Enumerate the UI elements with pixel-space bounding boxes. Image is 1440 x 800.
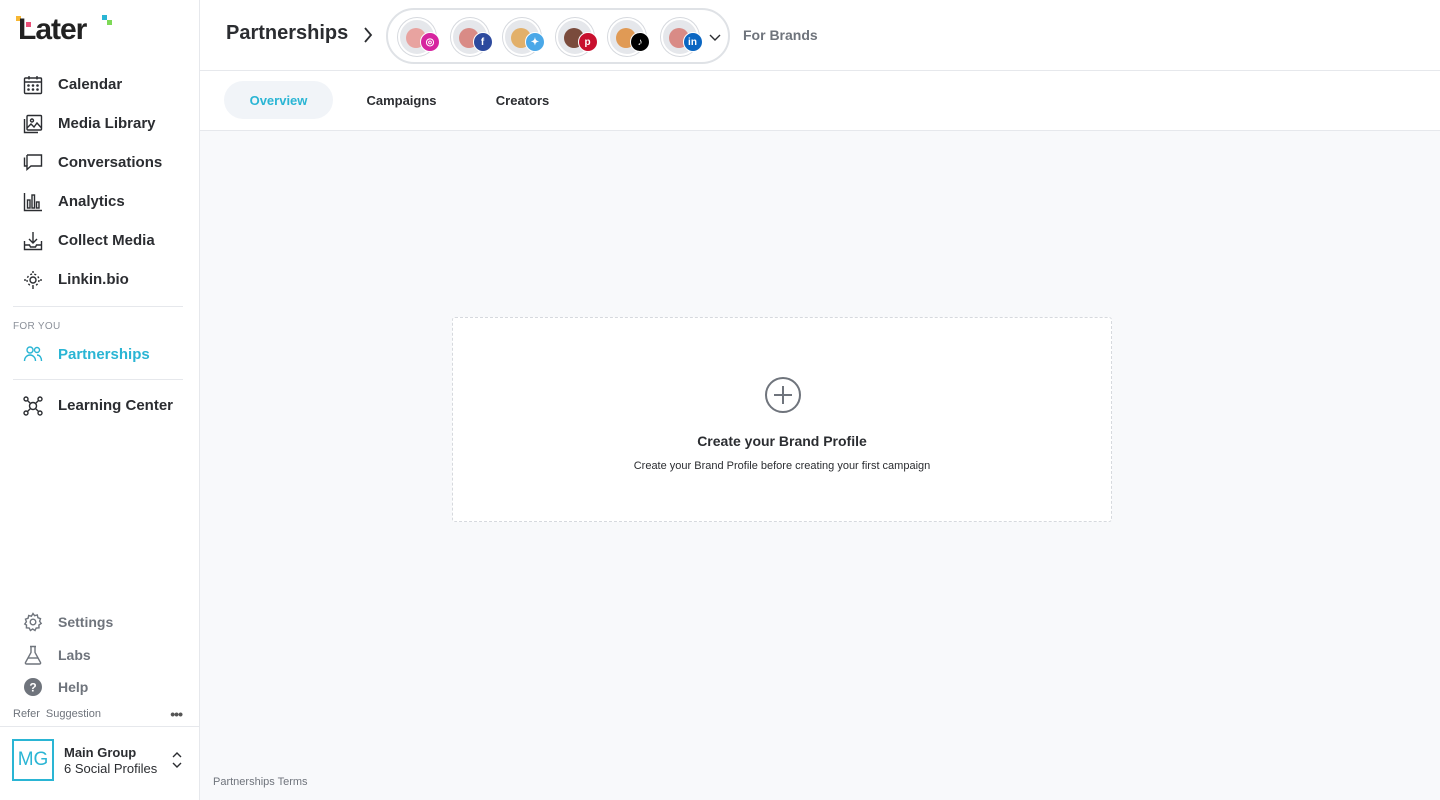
group-name: Main Group bbox=[64, 745, 137, 760]
later-logo[interactable]: Later bbox=[16, 12, 112, 48]
bar-chart-icon bbox=[22, 191, 44, 213]
nav-calendar-label: Calendar bbox=[58, 76, 123, 93]
nav-labs[interactable]: Labs bbox=[13, 639, 188, 672]
nav-media-library[interactable]: Media Library bbox=[13, 104, 183, 143]
section-label-for-you: FOR YOU bbox=[13, 321, 61, 332]
create-brand-profile-card[interactable]: Create your Brand Profile Create your Br… bbox=[452, 317, 1112, 522]
nav-analytics[interactable]: Analytics bbox=[13, 182, 183, 221]
chat-icon bbox=[22, 152, 44, 174]
suggestion-link[interactable]: Suggestion bbox=[46, 708, 101, 720]
sidebar: Later Calendar Media Library Conversatio… bbox=[0, 0, 200, 800]
facebook-icon: f bbox=[472, 32, 493, 52]
linkedin-icon: in bbox=[682, 32, 703, 52]
gear-icon bbox=[22, 611, 44, 633]
tiktok-icon: ♪ bbox=[630, 32, 650, 52]
nav-settings-label: Settings bbox=[58, 614, 114, 631]
social-profiles-selector[interactable]: ◎ f ✦ p ♪ in bbox=[386, 8, 730, 64]
nav-partnerships[interactable]: Partnerships bbox=[13, 336, 183, 372]
nav-conversations[interactable]: Conversations bbox=[13, 143, 183, 182]
empty-state-title: Create your Brand Profile bbox=[697, 433, 867, 449]
tab-bar: Overview Campaigns Creators bbox=[200, 71, 1440, 131]
refer-row: Refer Suggestion ••• bbox=[13, 706, 188, 722]
download-tray-icon bbox=[22, 230, 44, 252]
people-icon bbox=[22, 343, 44, 365]
nav-analytics-label: Analytics bbox=[58, 193, 125, 210]
nav-conversations-label: Conversations bbox=[58, 154, 163, 171]
expand-collapse-icon[interactable] bbox=[170, 749, 184, 776]
nav-divider-2 bbox=[13, 379, 183, 380]
nav-partnerships-label: Partnerships bbox=[58, 345, 150, 363]
nav-learning-center[interactable]: Learning Center bbox=[13, 386, 183, 425]
nav-linkin-bio-label: Linkin.bio bbox=[58, 271, 129, 288]
page-title: Partnerships bbox=[226, 22, 349, 44]
chevron-down-icon[interactable] bbox=[708, 30, 722, 48]
nav-media-library-label: Media Library bbox=[58, 115, 156, 132]
main-nav: Calendar Media Library Conversations Ana… bbox=[13, 65, 183, 425]
calendar-icon bbox=[22, 74, 44, 96]
nav-help[interactable]: ? Help bbox=[13, 671, 188, 704]
twitter-icon: ✦ bbox=[525, 32, 545, 52]
nav-collect-media[interactable]: Collect Media bbox=[13, 221, 183, 260]
nav-labs-label: Labs bbox=[58, 646, 91, 663]
instagram-icon: ◎ bbox=[420, 32, 440, 52]
tab-overview[interactable]: Overview bbox=[224, 81, 333, 119]
more-options-icon[interactable]: ••• bbox=[170, 706, 183, 722]
help-icon: ? bbox=[22, 676, 44, 698]
plus-circle-icon bbox=[764, 376, 802, 419]
page-header: Partnerships ◎ f ✦ p ♪ in For Brands bbox=[200, 0, 1440, 71]
group-switcher[interactable]: MG Main Group 6 Social Profiles bbox=[0, 726, 199, 800]
nav-learning-center-label: Learning Center bbox=[58, 397, 174, 414]
nav-settings[interactable]: Settings bbox=[13, 606, 188, 639]
empty-state-subtitle: Create your Brand Profile before creatin… bbox=[633, 460, 931, 472]
logo-square-green bbox=[107, 20, 112, 25]
pinterest-icon: p bbox=[577, 32, 598, 52]
refer-link[interactable]: Refer bbox=[13, 708, 40, 720]
nav-divider bbox=[13, 306, 183, 307]
tab-campaigns[interactable]: Campaigns bbox=[347, 81, 456, 119]
group-profile-count: 6 Social Profiles bbox=[64, 761, 158, 776]
nav-collect-media-label: Collect Media bbox=[58, 232, 155, 249]
nav-calendar[interactable]: Calendar bbox=[13, 65, 183, 104]
partnerships-terms-link[interactable]: Partnerships Terms bbox=[213, 776, 308, 788]
svg-text:?: ? bbox=[29, 681, 36, 695]
bottom-nav: Settings Labs ? Help bbox=[13, 606, 188, 704]
link-gear-icon bbox=[22, 269, 44, 291]
tab-creators[interactable]: Creators bbox=[468, 81, 577, 119]
for-brands-label[interactable]: For Brands bbox=[743, 27, 818, 43]
flask-icon bbox=[22, 644, 44, 666]
main-content: Create your Brand Profile Create your Br… bbox=[200, 131, 1440, 800]
network-icon bbox=[22, 395, 44, 417]
nav-help-label: Help bbox=[58, 679, 89, 696]
logo-text: Later bbox=[18, 13, 87, 46]
group-avatar: MG bbox=[12, 739, 54, 781]
nav-linkin-bio[interactable]: Linkin.bio bbox=[13, 260, 183, 299]
chevron-right-icon bbox=[362, 26, 374, 49]
image-icon bbox=[22, 113, 44, 135]
